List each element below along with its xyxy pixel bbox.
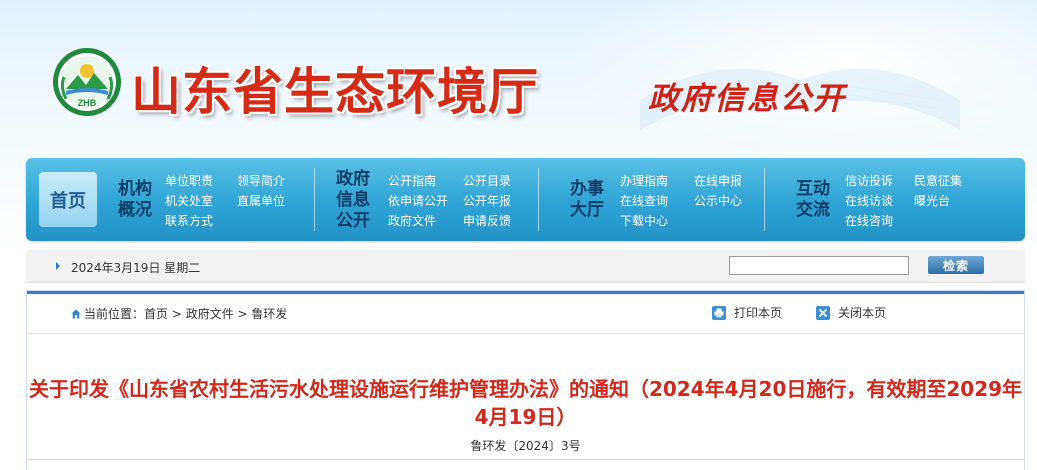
document-divider [27,459,1024,460]
nav-group-org-title[interactable]: 机构 概况 [118,179,152,221]
date-search-bar: 2024年3月19日 星期二 检索 [26,250,1025,283]
nav-link-petition[interactable]: 信访投诉 [845,174,893,188]
breadcrumb-separator: > [168,306,186,321]
close-icon [816,305,830,320]
nav-link-request-feedback[interactable]: 申请反馈 [463,214,511,228]
nav-group-info-title[interactable]: 政府 信息 公开 [336,169,370,232]
zhb-emblem-icon: ZHB [53,48,121,116]
nav-link-procedure-guide[interactable]: 办理指南 [620,174,668,188]
breadcrumb-item-current[interactable]: 鲁环发 [251,305,287,322]
nav-link-online-consult[interactable]: 在线咨询 [845,214,893,228]
search-button[interactable]: 检索 [928,256,984,274]
caret-right-icon [56,262,60,270]
print-page-button[interactable]: 打印本页 [712,304,782,321]
nav-link-disclosure-catalog[interactable]: 公开目录 [463,174,511,188]
nav-link-public-opinion[interactable]: 民意征集 [914,174,962,188]
nav-divider [314,168,315,231]
nav-link-gov-documents[interactable]: 政府文件 [388,214,436,228]
breadcrumb: 当前位置： 首页 > 政府文件 > 鲁环发 [71,305,287,322]
printer-icon [712,305,726,320]
nav-group-info-title-line: 公开 [336,211,370,231]
nav-link-online-interview[interactable]: 在线访谈 [845,194,893,208]
current-date: 2024年3月19日 星期二 [71,261,201,275]
nav-link-request-disclosure[interactable]: 依申请公开 [388,194,448,208]
breadcrumb-separator: > [233,306,252,321]
section-title: 政府信息公开 [648,81,846,117]
nav-group-org-title-line: 机构 [118,179,152,199]
nav-group-org-title-line: 概况 [118,200,152,220]
nav-link-leaders[interactable]: 领导简介 [237,174,285,188]
close-page-button[interactable]: 关闭本页 [816,304,886,321]
document-panel: 当前位置： 首页 > 政府文件 > 鲁环发 打印本页 关闭本页 关于印发《山东省… [26,290,1025,470]
nav-group-interaction-title-line: 交流 [796,200,830,220]
document-number: 鲁环发〔2024〕3号 [470,439,581,453]
nav-link-departments[interactable]: 机关处室 [165,194,213,208]
nav-group-service-title[interactable]: 办事 大厅 [570,179,604,221]
nav-divider [764,168,765,231]
nav-link-download-center[interactable]: 下载中心 [620,214,668,228]
nav-link-unit-duties[interactable]: 单位职责 [165,174,213,188]
emblem-label: ZHB [78,98,97,108]
breadcrumb-item-gov-documents[interactable]: 政府文件 [186,305,234,322]
print-page-label: 打印本页 [734,306,783,320]
home-icon [71,309,81,318]
nav-link-disclosure-guide[interactable]: 公开指南 [388,174,436,188]
nav-group-service-title-line: 大厅 [570,200,604,220]
document-title: 关于印发《山东省农村生活污水处理设施运行维护管理办法》的通知（2024年4月20… [28,377,1023,429]
search-input[interactable] [729,256,909,275]
nav-link-public-notice[interactable]: 公示中心 [694,194,742,208]
nav-group-info-title-line: 政府 [336,169,370,189]
breadcrumb-item-home[interactable]: 首页 [144,305,168,322]
site-title: 山东省生态环境厅 [131,62,539,121]
nav-link-online-application[interactable]: 在线申报 [694,174,742,188]
home-button[interactable]: 首页 [39,172,97,227]
main-nav: 首页 机构 概况 单位职责 领导简介 机关处室 直属单位 联系方式 政府 信息 … [26,158,1025,241]
nav-group-interaction-title-line: 互动 [796,179,830,199]
nav-group-interaction-title[interactable]: 互动 交流 [796,179,830,221]
breadcrumb-row: 当前位置： 首页 > 政府文件 > 鲁环发 打印本页 关闭本页 [27,294,1024,334]
breadcrumb-prefix: 当前位置： [84,307,145,321]
nav-link-online-query[interactable]: 在线查询 [620,194,668,208]
nav-link-exposure[interactable]: 曝光台 [914,194,950,208]
nav-group-service-title-line: 办事 [570,179,604,199]
nav-divider [538,168,539,231]
nav-link-affiliated-units[interactable]: 直属单位 [237,194,285,208]
nav-group-info-title-line: 信息 [336,190,370,210]
close-page-label: 关闭本页 [838,306,887,320]
nav-link-contact[interactable]: 联系方式 [165,214,213,228]
nav-link-annual-report[interactable]: 公开年报 [463,194,511,208]
